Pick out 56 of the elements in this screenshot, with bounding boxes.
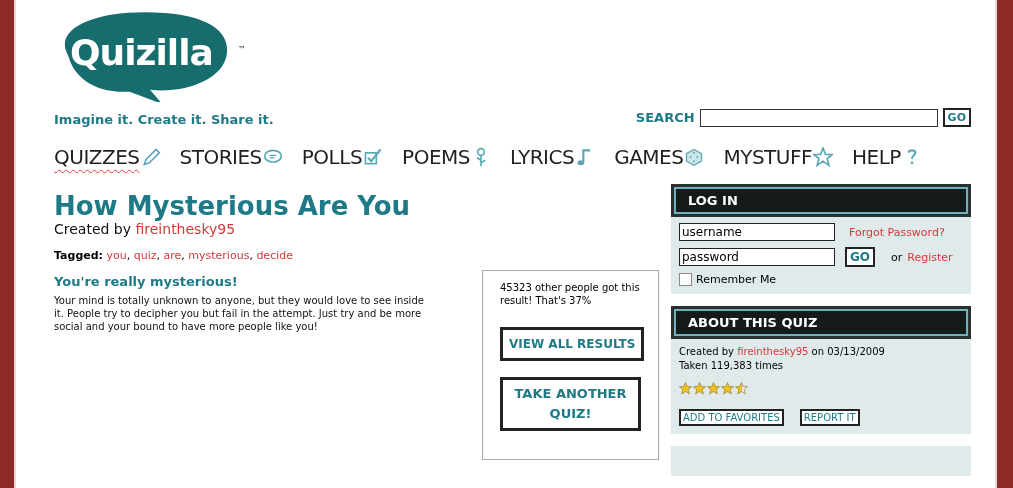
tag-link[interactable]: you bbox=[106, 249, 127, 262]
separator: , bbox=[156, 249, 160, 262]
search-button[interactable]: GO bbox=[942, 108, 971, 127]
tag-link[interactable]: quiz bbox=[133, 249, 157, 262]
logo-text: Quizilla bbox=[70, 32, 213, 73]
stats-text: 45323 other people got this result! That's 37% bbox=[500, 281, 641, 307]
about-button[interactable]: REPORT IT bbox=[799, 409, 860, 426]
nav-link[interactable]: POLLS bbox=[301, 145, 363, 169]
forgot-password-link[interactable]: Forgot Password? bbox=[849, 225, 945, 239]
star-icon bbox=[735, 382, 748, 395]
nav-link[interactable]: HELP bbox=[851, 145, 901, 169]
login-button[interactable]: GO bbox=[845, 247, 876, 267]
created-date: on 03/13/2009 bbox=[811, 346, 885, 357]
checkbox-icon bbox=[363, 147, 384, 167]
nav-link[interactable]: QUIZZES bbox=[54, 145, 140, 169]
star-icon bbox=[812, 147, 833, 167]
username-field[interactable]: username bbox=[679, 223, 835, 241]
author-link[interactable]: fireinthesky95 bbox=[737, 346, 809, 357]
search-label: SEARCH bbox=[635, 110, 695, 125]
result-button[interactable]: TAKE ANOTHER QUIZ! bbox=[500, 377, 641, 431]
register-link[interactable]: Register bbox=[907, 250, 953, 264]
nav-link[interactable]: MYSTUFF bbox=[723, 145, 812, 169]
star-icon bbox=[707, 382, 720, 395]
star-icon bbox=[693, 382, 706, 395]
star-icon bbox=[679, 382, 692, 395]
separator: , bbox=[249, 249, 253, 262]
nav-link[interactable]: GAMES bbox=[614, 145, 684, 169]
result-description: Your mind is totally unknown to anyone, but they would love to see inside it. People try to decipher you but fail in the attempt. Just try and be more social and your bound to have more people like you! bbox=[54, 294, 425, 333]
pencil-icon bbox=[140, 147, 161, 167]
about-button[interactable]: ADD TO FAVORITES bbox=[679, 409, 784, 426]
trademark: ™ bbox=[238, 45, 246, 54]
checkbox[interactable] bbox=[679, 273, 692, 286]
logo[interactable]: Quizilla ™ bbox=[54, 10, 259, 102]
result-button[interactable]: VIEW ALL RESULTS bbox=[500, 327, 645, 361]
separator: , bbox=[126, 249, 131, 262]
or-text: or bbox=[891, 250, 903, 264]
nav-link[interactable]: POEMS bbox=[402, 145, 470, 169]
search-field[interactable] bbox=[699, 108, 938, 127]
tag-link[interactable]: decide bbox=[256, 249, 293, 262]
nav-link[interactable]: STORIES bbox=[179, 145, 262, 169]
quiz-title: How Mysterious Are You bbox=[54, 191, 412, 221]
panel-header: ABOUT THIS QUIZ bbox=[671, 306, 971, 339]
separator: , bbox=[181, 249, 185, 262]
author-link[interactable]: fireinthesky95 bbox=[135, 221, 236, 237]
taken-count: Taken 119,383 times bbox=[679, 359, 785, 373]
password-field[interactable]: password bbox=[679, 248, 835, 266]
remember-label: Remember Me bbox=[696, 273, 777, 286]
panel-header: LOG IN bbox=[671, 184, 971, 217]
tagline: Imagine it. Create it. Share it. bbox=[54, 112, 274, 127]
byline-label: Created by bbox=[54, 221, 132, 237]
result-title: You're really mysterious! bbox=[54, 274, 239, 289]
star-icon bbox=[721, 382, 734, 395]
dice-icon bbox=[684, 147, 705, 167]
nav-link[interactable]: LYRICS bbox=[510, 145, 575, 169]
tagged-label: Tagged: bbox=[54, 249, 103, 262]
created-label: Created by bbox=[679, 346, 735, 357]
